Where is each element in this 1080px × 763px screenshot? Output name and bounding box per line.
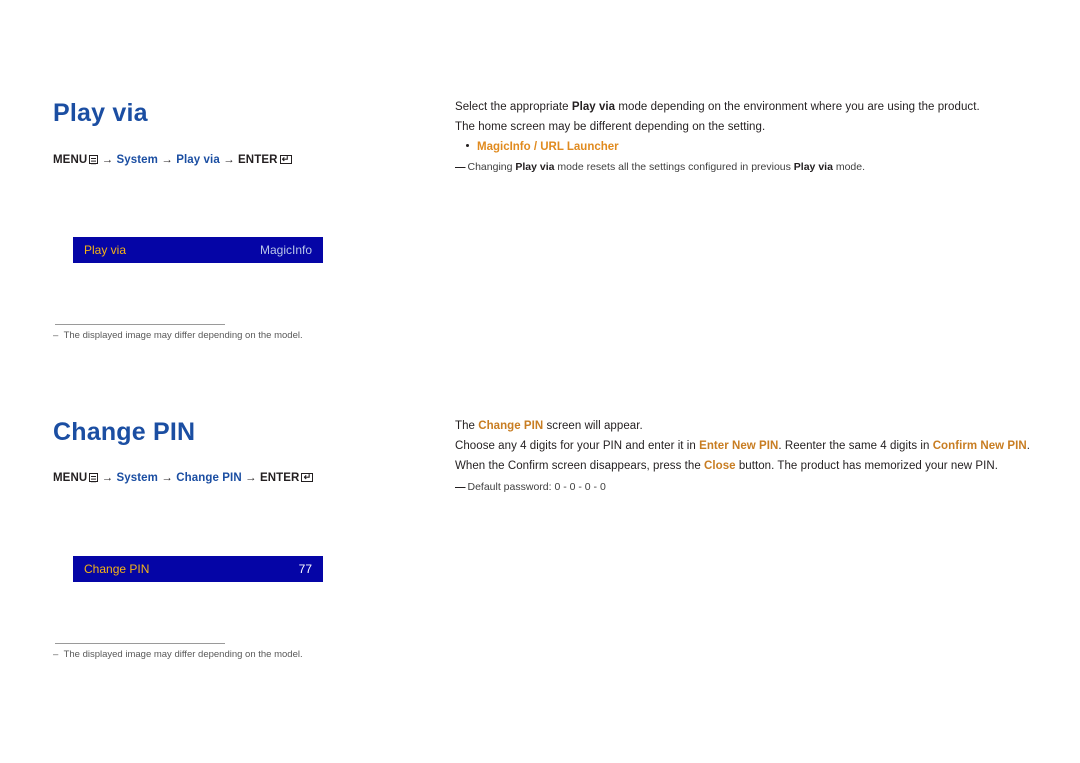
text-fragment: mode resets all the settings configured … (554, 161, 794, 173)
arrow-icon: → (101, 154, 114, 166)
osd-item-value-change-pin: 77 (298, 562, 312, 576)
change-pin-description-line-1: The Change PIN screen will appear. (455, 420, 643, 432)
footnote-divider (55, 324, 225, 325)
enter-icon (279, 155, 292, 164)
menu-path-play-via: MENU → System → Play via → ENTER (53, 154, 292, 166)
text-emphasis: Enter New PIN (699, 440, 779, 452)
text-fragment: Select the appropriate (455, 101, 572, 113)
menu-path-prefix: MENU (53, 154, 88, 166)
footnote-change-pin: – The displayed image may differ dependi… (53, 649, 303, 660)
footnote-dash: – (53, 330, 64, 341)
text-emphasis: Play via (571, 101, 616, 113)
osd-item-label-change-pin: Change PIN (84, 562, 150, 576)
menu-path-item-system: System (116, 472, 158, 484)
arrow-icon: → (245, 472, 257, 484)
arrow-icon: → (223, 154, 235, 166)
note-dash-icon: ― (455, 161, 465, 173)
text-fragment: . (1026, 440, 1030, 452)
page-title-play-via: Play via (53, 99, 148, 127)
enter-icon (301, 473, 314, 482)
document-page: Play via MENU → System → Play via → ENTE… (0, 0, 1080, 763)
osd-item-value-play-via: MagicInfo (259, 243, 312, 257)
footnote-text: The displayed image may differ depending… (63, 649, 303, 660)
menu-path-prefix: MENU (53, 472, 88, 484)
play-via-note: ― Changing Play via mode resets all the s… (455, 161, 865, 173)
note-text: Default password: 0 - 0 - 0 - 0 (467, 481, 606, 493)
menu-path-item-change-pin: Change PIN (176, 472, 242, 484)
footnote-text: The displayed image may differ depending… (63, 330, 303, 341)
arrow-icon: → (101, 472, 114, 484)
menu-path-enter: ENTER (259, 472, 300, 484)
osd-panel-change-pin: Change PIN 77 (73, 556, 323, 582)
text-fragment: Changing (467, 161, 516, 173)
text-fragment: . Reenter the same 4 digits in (778, 440, 933, 452)
menu-path-enter: ENTER (238, 154, 278, 166)
text-emphasis: Play via (793, 161, 833, 173)
note-dash-icon: ― (455, 481, 465, 493)
osd-panel-play-via: Play via MagicInfo (73, 237, 323, 263)
text-fragment: button. The product has memorized your n… (735, 460, 998, 472)
footnote-dash: – (53, 649, 64, 660)
arrow-icon: → (161, 154, 173, 166)
text-fragment: screen will appear. (543, 420, 643, 432)
osd-item-label-play-via: Play via (84, 243, 127, 257)
menu-path-item-system: System (116, 154, 158, 166)
bullet-icon (466, 144, 469, 147)
menu-path-item-play-via: Play via (176, 154, 220, 166)
change-pin-description-line-3: When the Confirm screen disappears, pres… (455, 460, 998, 472)
footnote-divider (55, 643, 225, 644)
footnote-play-via: – The displayed image may differ dependi… (53, 330, 303, 341)
text-emphasis: Confirm New PIN (932, 440, 1027, 452)
text-emphasis: Change PIN (478, 420, 544, 432)
text-fragment: The (455, 420, 479, 432)
arrow-icon: → (161, 472, 173, 484)
text-fragment: mode. (832, 161, 866, 173)
change-pin-description-line-2: Choose any 4 digits for your PIN and ent… (455, 440, 1030, 452)
menu-icon (89, 155, 99, 164)
text-fragment: mode depending on the environment where … (615, 101, 980, 113)
bullet-label: MagicInfo / URL Launcher (477, 141, 619, 153)
play-via-bullet-modes: MagicInfo / URL Launcher (466, 141, 619, 153)
text-emphasis: Play via (515, 161, 555, 173)
play-via-description-line-2: The home screen may be different dependi… (455, 121, 766, 133)
play-via-description-line-1: Select the appropriate Play via mode dep… (455, 101, 980, 113)
text-fragment: Choose any 4 digits for your PIN and ent… (455, 440, 700, 452)
text-fragment: When the Confirm screen disappears, pres… (455, 460, 705, 472)
text-emphasis: Close (704, 460, 736, 472)
menu-icon (89, 473, 99, 482)
page-title-change-pin: Change PIN (53, 418, 196, 446)
menu-path-change-pin: MENU → System → Change PIN → ENTER (53, 472, 314, 484)
change-pin-note: ― Default password: 0 - 0 - 0 - 0 (455, 481, 606, 493)
